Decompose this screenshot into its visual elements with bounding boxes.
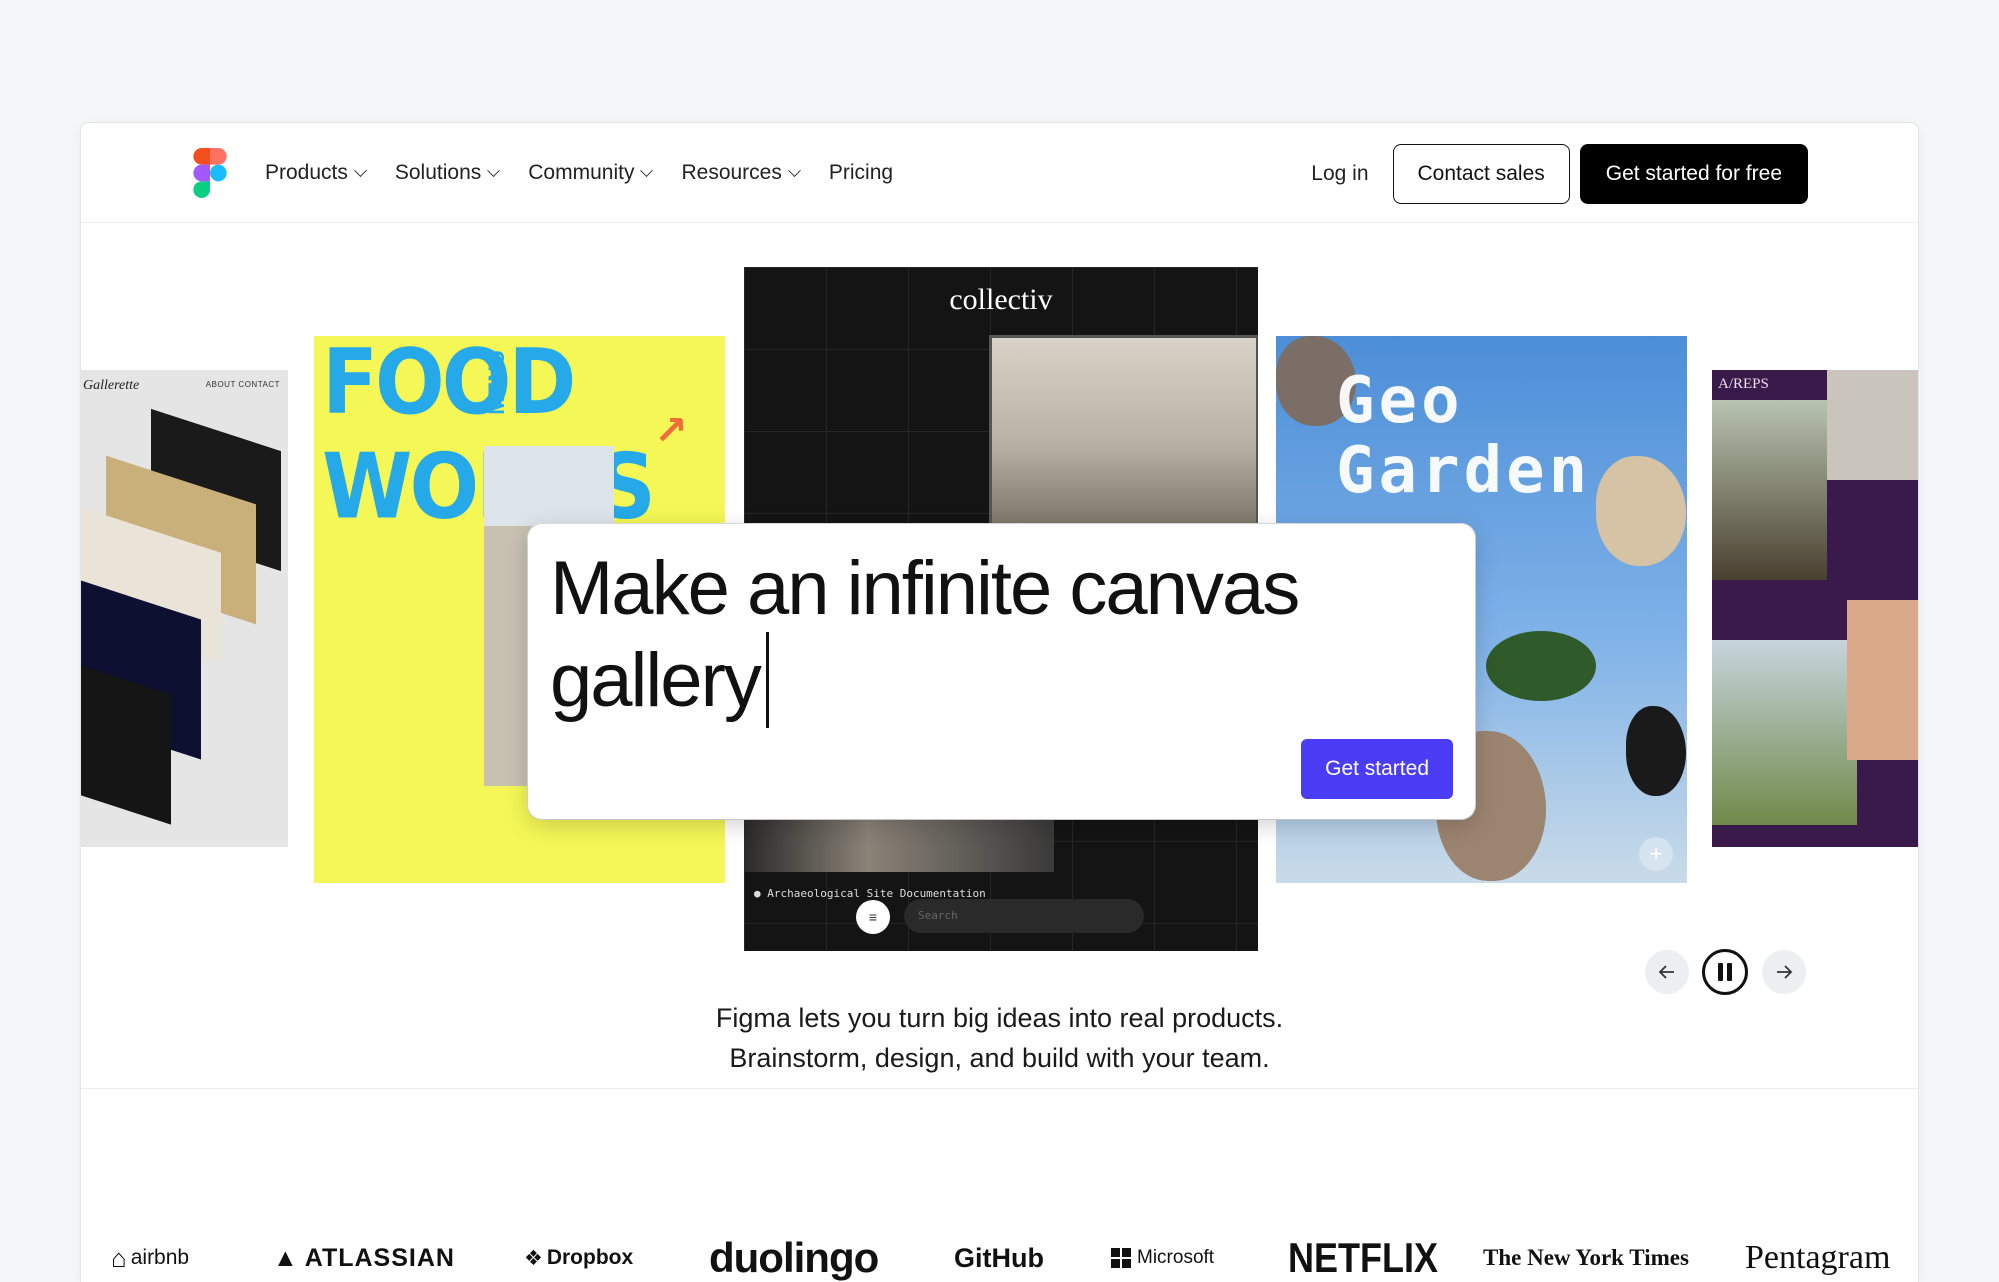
carousel-prev-button[interactable] <box>1645 950 1689 994</box>
logo-dropbox: ❖ Dropbox <box>524 1246 634 1270</box>
arrow-left-icon <box>1658 965 1674 979</box>
areps-photo <box>1847 600 1918 760</box>
collectiv-photo <box>989 335 1258 555</box>
areps-photo <box>1827 370 1918 480</box>
dropbox-icon: ❖ <box>524 1246 543 1270</box>
nav-resources[interactable]: Resources <box>681 161 801 185</box>
login-link[interactable]: Log in <box>1311 162 1368 186</box>
rock-image <box>1596 456 1686 566</box>
customer-logos: ⌂ airbnb ▲ ATLASSIAN ❖ Dropbox duolingo Git… <box>81 1228 1918 1282</box>
contact-sales-button[interactable]: Contact sales <box>1392 144 1570 204</box>
collectiv-search[interactable]: Search <box>904 899 1144 933</box>
carousel-pause-button[interactable] <box>1702 949 1748 995</box>
logo-nyt: The New York Times <box>1483 1245 1689 1270</box>
figma-logo-icon[interactable] <box>193 148 227 198</box>
nav-community[interactable]: Community <box>528 161 654 185</box>
text-caret <box>765 632 769 728</box>
collectiv-photo <box>744 812 1054 872</box>
gallery-card-areps: A/REPS <box>1712 370 1918 847</box>
chevron-down-icon <box>354 163 367 177</box>
logo-airbnb: ⌂ airbnb <box>111 1242 190 1273</box>
nav-products[interactable]: Products <box>265 161 367 185</box>
microsoft-icon <box>1111 1248 1131 1268</box>
nav-solutions[interactable]: Solutions <box>395 161 501 185</box>
prompt-input[interactable]: Make an infinite canvas gallery <box>550 546 1430 728</box>
logo-microsoft: Microsoft <box>1111 1228 1214 1282</box>
airbnb-icon: ⌂ <box>111 1242 127 1273</box>
chevron-down-icon <box>787 163 801 177</box>
logo-github: GitHub <box>954 1242 1044 1273</box>
plus-icon[interactable]: + <box>1639 837 1673 871</box>
arrow-right-icon <box>1777 965 1793 979</box>
chat-icon[interactable]: ≡ <box>856 900 890 934</box>
rock-image <box>1626 706 1686 796</box>
logo-pentagram: Pentagram <box>1745 1239 1891 1276</box>
top-nav: Products Solutions Community Resources P… <box>81 123 1918 223</box>
get-started-free-button[interactable]: Get started for free <box>1579 144 1808 204</box>
arrow-icon: ↗ <box>654 409 688 453</box>
pause-icon <box>1718 963 1723 981</box>
moss-image <box>1486 631 1596 701</box>
nav-links: Products Solutions Community Resources P… <box>265 123 893 223</box>
hero-tagline: Figma lets you turn big ideas into real … <box>715 1003 1284 1073</box>
get-started-button[interactable]: Get started <box>1301 739 1453 799</box>
geo-garden-title: Geo Garden <box>1336 364 1592 508</box>
food-works-menu: MENU <box>484 350 509 415</box>
browser-frame: Products Solutions Community Resources P… <box>81 123 1918 1282</box>
gallerette-brand: Gallerette <box>83 378 140 393</box>
gallerette-menu: ABOUT CONTACT <box>205 380 280 389</box>
logo-atlassian: ▲ ATLASSIAN <box>273 1243 455 1272</box>
areps-photo <box>1712 400 1827 580</box>
prompt-box[interactable]: Make an infinite canvas gallery Get star… <box>528 524 1475 819</box>
areps-photo <box>1712 640 1857 825</box>
chevron-down-icon <box>640 163 654 177</box>
section-divider <box>81 1088 1918 1089</box>
areps-title: A/REPS <box>1718 376 1769 392</box>
gallery-card-gallerette: Gallerette ABOUT CONTACT <box>81 370 288 847</box>
atlassian-icon: ▲ <box>273 1243 299 1272</box>
carousel-next-button[interactable] <box>1762 950 1806 994</box>
logo-netflix: NETFLIX <box>1288 1233 1438 1281</box>
nav-pricing[interactable]: Pricing <box>829 161 893 185</box>
logo-duolingo: duolingo <box>709 1234 879 1281</box>
pause-icon <box>1727 963 1732 981</box>
collectiv-title: collectiv <box>949 283 1053 316</box>
chevron-down-icon <box>487 163 501 177</box>
gallerette-slab <box>81 665 171 825</box>
nav-actions: Log in Contact sales Get started for fre… <box>1311 144 1808 204</box>
